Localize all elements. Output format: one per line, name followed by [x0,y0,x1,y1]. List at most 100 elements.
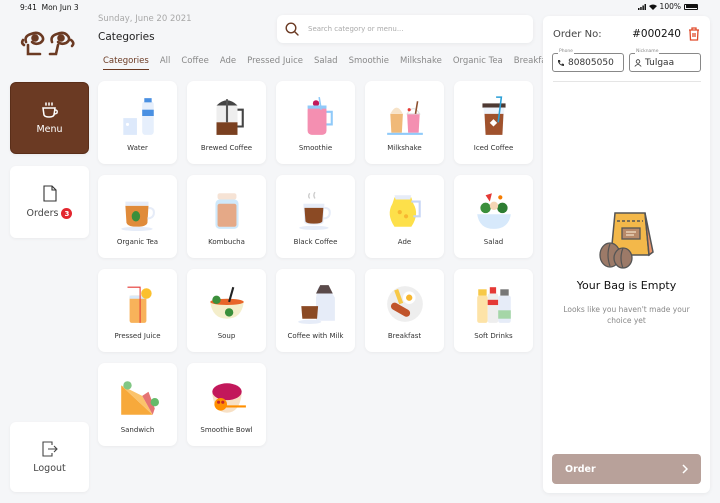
category-card-salad[interactable]: Salad [454,175,533,258]
category-grid: Water Brewed Coffee Smoothie Milkshake Iced … [98,81,533,446]
phone-icon [558,59,564,66]
sidebar-item-label: Orders 3 [27,208,73,219]
current-date: Sunday, June 20 2021 [98,14,192,24]
status-indicators: 100% [637,2,698,11]
category-card-iced-coffee[interactable]: Iced Coffee [454,81,533,164]
coffee-milk-icon [294,282,338,326]
category-label: Breakfast [387,332,422,340]
user-icon [634,58,642,67]
category-card-brewed-coffee[interactable]: Brewed Coffee [187,81,266,164]
battery-percent: 100% [659,2,681,11]
search-bar[interactable] [277,15,533,43]
category-card-ade[interactable]: Ade [365,175,444,258]
category-label: Sandwich [120,426,155,434]
tab-smoothie[interactable]: Smoothie [349,56,389,70]
lemonade-pitcher-icon [383,188,427,232]
kombucha-jar-icon [205,188,249,232]
wifi-icon [648,4,657,10]
category-card-pressed-juice[interactable]: Pressed Juice [98,269,177,352]
category-label: Salad [483,238,504,246]
soup-bowl-icon [205,282,249,326]
nickname-legend: Nickname [635,49,660,54]
category-card-kombucha[interactable]: Kombucha [187,175,266,258]
category-label: Soft Drinks [474,332,513,340]
category-label: Pressed Juice [114,332,161,340]
category-card-black-coffee[interactable]: Black Coffee [276,175,355,258]
order-panel: Order No: #000240 Phone 80805050 Nicknam… [543,16,710,493]
tab-categories[interactable]: Categories [103,56,149,70]
empty-bag-icon [599,212,654,269]
sidebar-item-orders[interactable]: Orders 3 [10,166,89,238]
category-tabs: Categories All Coffee Ade Pressed Juice Salad… [103,56,565,70]
category-label: Organic Tea [116,238,159,246]
tab-organic-tea[interactable]: Organic Tea [453,56,503,70]
status-bar: 9:41 Mon Jun 3 100% [0,0,720,14]
category-label: Milkshake [387,144,422,152]
logout-label: Logout [33,462,66,474]
logo-icon [20,31,75,56]
tab-milkshake[interactable]: Milkshake [400,56,442,70]
breakfast-plate-icon [383,282,427,326]
empty-bag-subtitle: Looks like you haven't made your choice … [563,305,690,326]
empty-bag-title: Your Bag is Empty [576,279,677,292]
category-card-soup[interactable]: Soup [187,269,266,352]
category-label: Brewed Coffee [200,144,253,152]
category-label: Ade [397,238,412,246]
sidebar-item-menu[interactable]: Menu [10,82,89,154]
milkshake-icon [383,94,427,138]
order-header: Order No: #000240 [553,27,700,41]
category-card-sandwich[interactable]: Sandwich [98,363,177,446]
logout-button[interactable]: Logout [10,422,89,492]
nickname-field[interactable]: Nickname Tulgaa [629,49,701,72]
category-label: Soup [217,332,236,340]
order-number-label: Order No: [553,28,602,40]
smoothie-bowl-icon [205,376,249,420]
search-icon [285,22,299,36]
search-input[interactable] [308,25,508,33]
category-card-milkshake[interactable]: Milkshake [365,81,444,164]
orders-count-badge: 3 [61,208,73,219]
sandwich-icon [116,376,160,420]
french-press-icon [205,94,249,138]
nickname-value: Tulgaa [645,57,675,68]
category-label: Black Coffee [293,238,338,246]
phone-field[interactable]: Phone 80805050 [552,49,624,72]
smoothie-jar-icon [294,94,338,138]
category-card-coffee-with-milk[interactable]: Coffee with Milk [276,269,355,352]
phone-value: 80805050 [568,57,614,68]
category-card-organic-tea[interactable]: Organic Tea [98,175,177,258]
iced-coffee-icon [472,94,516,138]
category-label: Smoothie Bowl [200,426,253,434]
category-label: Coffee with Milk [287,332,344,340]
page-title: Categories [98,31,155,43]
tab-salad[interactable]: Salad [314,56,338,70]
trash-icon[interactable] [688,27,700,41]
tab-pressed-juice[interactable]: Pressed Juice [247,56,303,70]
category-label: Iced Coffee [473,144,514,152]
tab-coffee[interactable]: Coffee [181,56,208,70]
document-icon [42,185,57,202]
tab-all[interactable]: All [160,56,171,70]
soft-drinks-icon [472,282,516,326]
order-number: #000240 [632,28,681,40]
juice-glass-icon [116,282,160,326]
category-card-water[interactable]: Water [98,81,177,164]
chevron-right-icon [682,464,688,474]
category-card-soft-drinks[interactable]: Soft Drinks [454,269,533,352]
salad-bowl-icon [472,188,516,232]
order-button[interactable]: Order [552,454,701,484]
category-card-smoothie-bowl[interactable]: Smoothie Bowl [187,363,266,446]
phone-legend: Phone [558,49,574,54]
status-time: 9:41 Mon Jun 3 [20,3,79,12]
category-card-smoothie[interactable]: Smoothie [276,81,355,164]
order-button-label: Order [565,463,596,475]
category-card-breakfast[interactable]: Breakfast [365,269,444,352]
signal-icon [637,3,646,10]
category-label: Water [127,144,148,152]
tab-ade[interactable]: Ade [220,56,236,70]
battery-icon [684,3,698,10]
category-label: Smoothie [298,144,333,152]
category-label: Kombucha [208,238,245,246]
water-icon [116,94,160,138]
logout-icon [41,440,58,457]
